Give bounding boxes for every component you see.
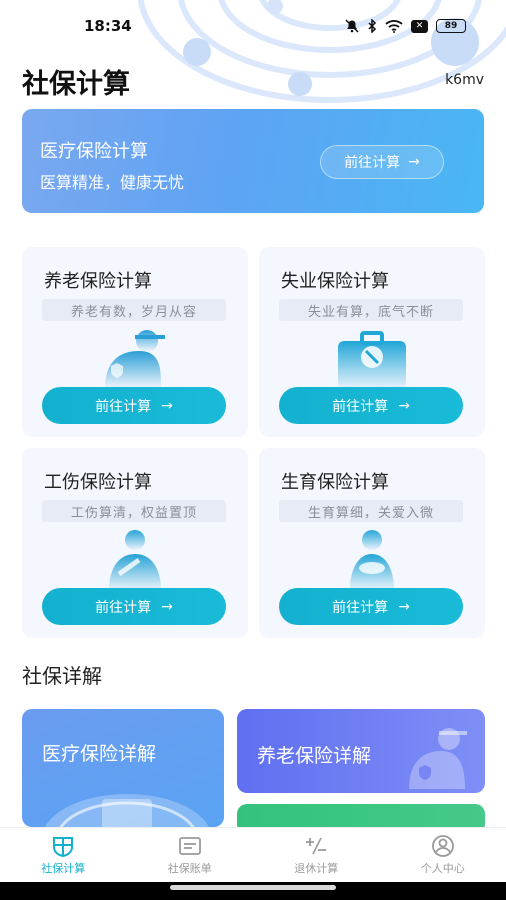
mother-baby-icon	[350, 530, 394, 590]
user-icon	[431, 835, 454, 857]
arrow-right-icon: →	[408, 154, 420, 170]
card-button-label: 前往计算	[95, 599, 152, 616]
tab-personal-center[interactable]: 个人中心	[380, 828, 506, 882]
pension-detail-card[interactable]: 养老保险详解	[237, 709, 485, 793]
arrow-right-icon: →	[161, 397, 173, 414]
maternity-card[interactable]: 生育保险计算 生育算细，关爱入微 前往计算 →	[259, 448, 485, 638]
status-time: 18:34	[84, 17, 132, 35]
bluetooth-icon	[368, 19, 377, 33]
tab-retirement-calc[interactable]: 退休计算	[253, 828, 380, 882]
tab-social-bill[interactable]: 社保账单	[127, 828, 254, 882]
home-indicator[interactable]	[170, 885, 336, 890]
x-icon: ✕	[411, 19, 428, 33]
banner-title: 医疗保险计算	[40, 141, 148, 162]
elderly-person-icon	[105, 330, 165, 389]
card-subtitle: 生育算细，关爱入微	[279, 500, 463, 522]
card-subtitle: 工伤算清，权益置顶	[42, 500, 226, 522]
card-button-label: 前往计算	[95, 398, 152, 415]
tab-label: 社保账单	[167, 862, 212, 875]
mute-icon	[345, 19, 359, 33]
user-id: k6mv	[445, 72, 484, 88]
tab-label: 退休计算	[294, 862, 339, 875]
globe-decoration	[45, 794, 209, 827]
arrow-right-icon: →	[161, 598, 173, 615]
tab-label: 社保计算	[41, 862, 86, 875]
detail-title: 养老保险详解	[257, 745, 372, 767]
card-button-label: 前往计算	[332, 398, 389, 415]
arrow-right-icon: →	[398, 397, 410, 414]
medical-detail-card[interactable]: 医疗保险详解	[22, 709, 224, 827]
tab-social-calc[interactable]: 社保计算	[0, 828, 127, 882]
status-bar: 18:34 ✕ 89	[0, 0, 506, 52]
card-button-label: 前往计算	[332, 599, 389, 616]
section-title: 社保详解	[22, 664, 102, 688]
tab-label: 个人中心	[420, 862, 465, 875]
banner-go-label: 前往计算	[344, 155, 401, 171]
card-title: 养老保险计算	[44, 271, 152, 292]
briefcase-icon	[338, 331, 406, 389]
bottom-tab-bar: 社保计算 社保账单 退休计算 个人中心	[0, 827, 506, 882]
detail-title: 医疗保险详解	[42, 743, 157, 765]
banner-subtitle: 医算精准，健康无忧	[40, 173, 185, 192]
banner-go-button[interactable]: 前往计算 →	[320, 145, 444, 179]
card-title: 工伤保险计算	[44, 472, 152, 493]
bill-icon	[178, 837, 201, 855]
wifi-icon	[385, 20, 403, 33]
status-icons: ✕ 89	[345, 19, 466, 33]
medical-insurance-banner[interactable]: 医疗保险计算 医算精准，健康无忧 前往计算 →	[22, 109, 484, 213]
work-injury-go-button[interactable]: 前往计算 →	[42, 588, 226, 625]
shield-calc-icon	[53, 837, 74, 857]
injured-person-icon	[109, 530, 161, 590]
page-title: 社保计算	[22, 69, 130, 100]
battery-icon: 89	[436, 19, 466, 33]
elderly-person-icon	[409, 728, 467, 789]
plus-minus-icon	[306, 837, 327, 855]
unemployment-go-button[interactable]: 前往计算 →	[279, 387, 463, 424]
pension-card[interactable]: 养老保险计算 养老有数，岁月从容 前往计算 →	[22, 247, 248, 437]
maternity-go-button[interactable]: 前往计算 →	[279, 588, 463, 625]
card-subtitle: 养老有数，岁月从容	[42, 299, 226, 321]
arrow-right-icon: →	[398, 598, 410, 615]
unemployment-card[interactable]: 失业保险计算 失业有算，底气不断 前往计算 →	[259, 247, 485, 437]
pension-go-button[interactable]: 前往计算 →	[42, 387, 226, 424]
card-title: 失业保险计算	[281, 271, 389, 292]
card-subtitle: 失业有算，底气不断	[279, 299, 463, 321]
card-title: 生育保险计算	[281, 472, 389, 493]
work-injury-card[interactable]: 工伤保险计算 工伤算清，权益置顶 前往计算 →	[22, 448, 248, 638]
